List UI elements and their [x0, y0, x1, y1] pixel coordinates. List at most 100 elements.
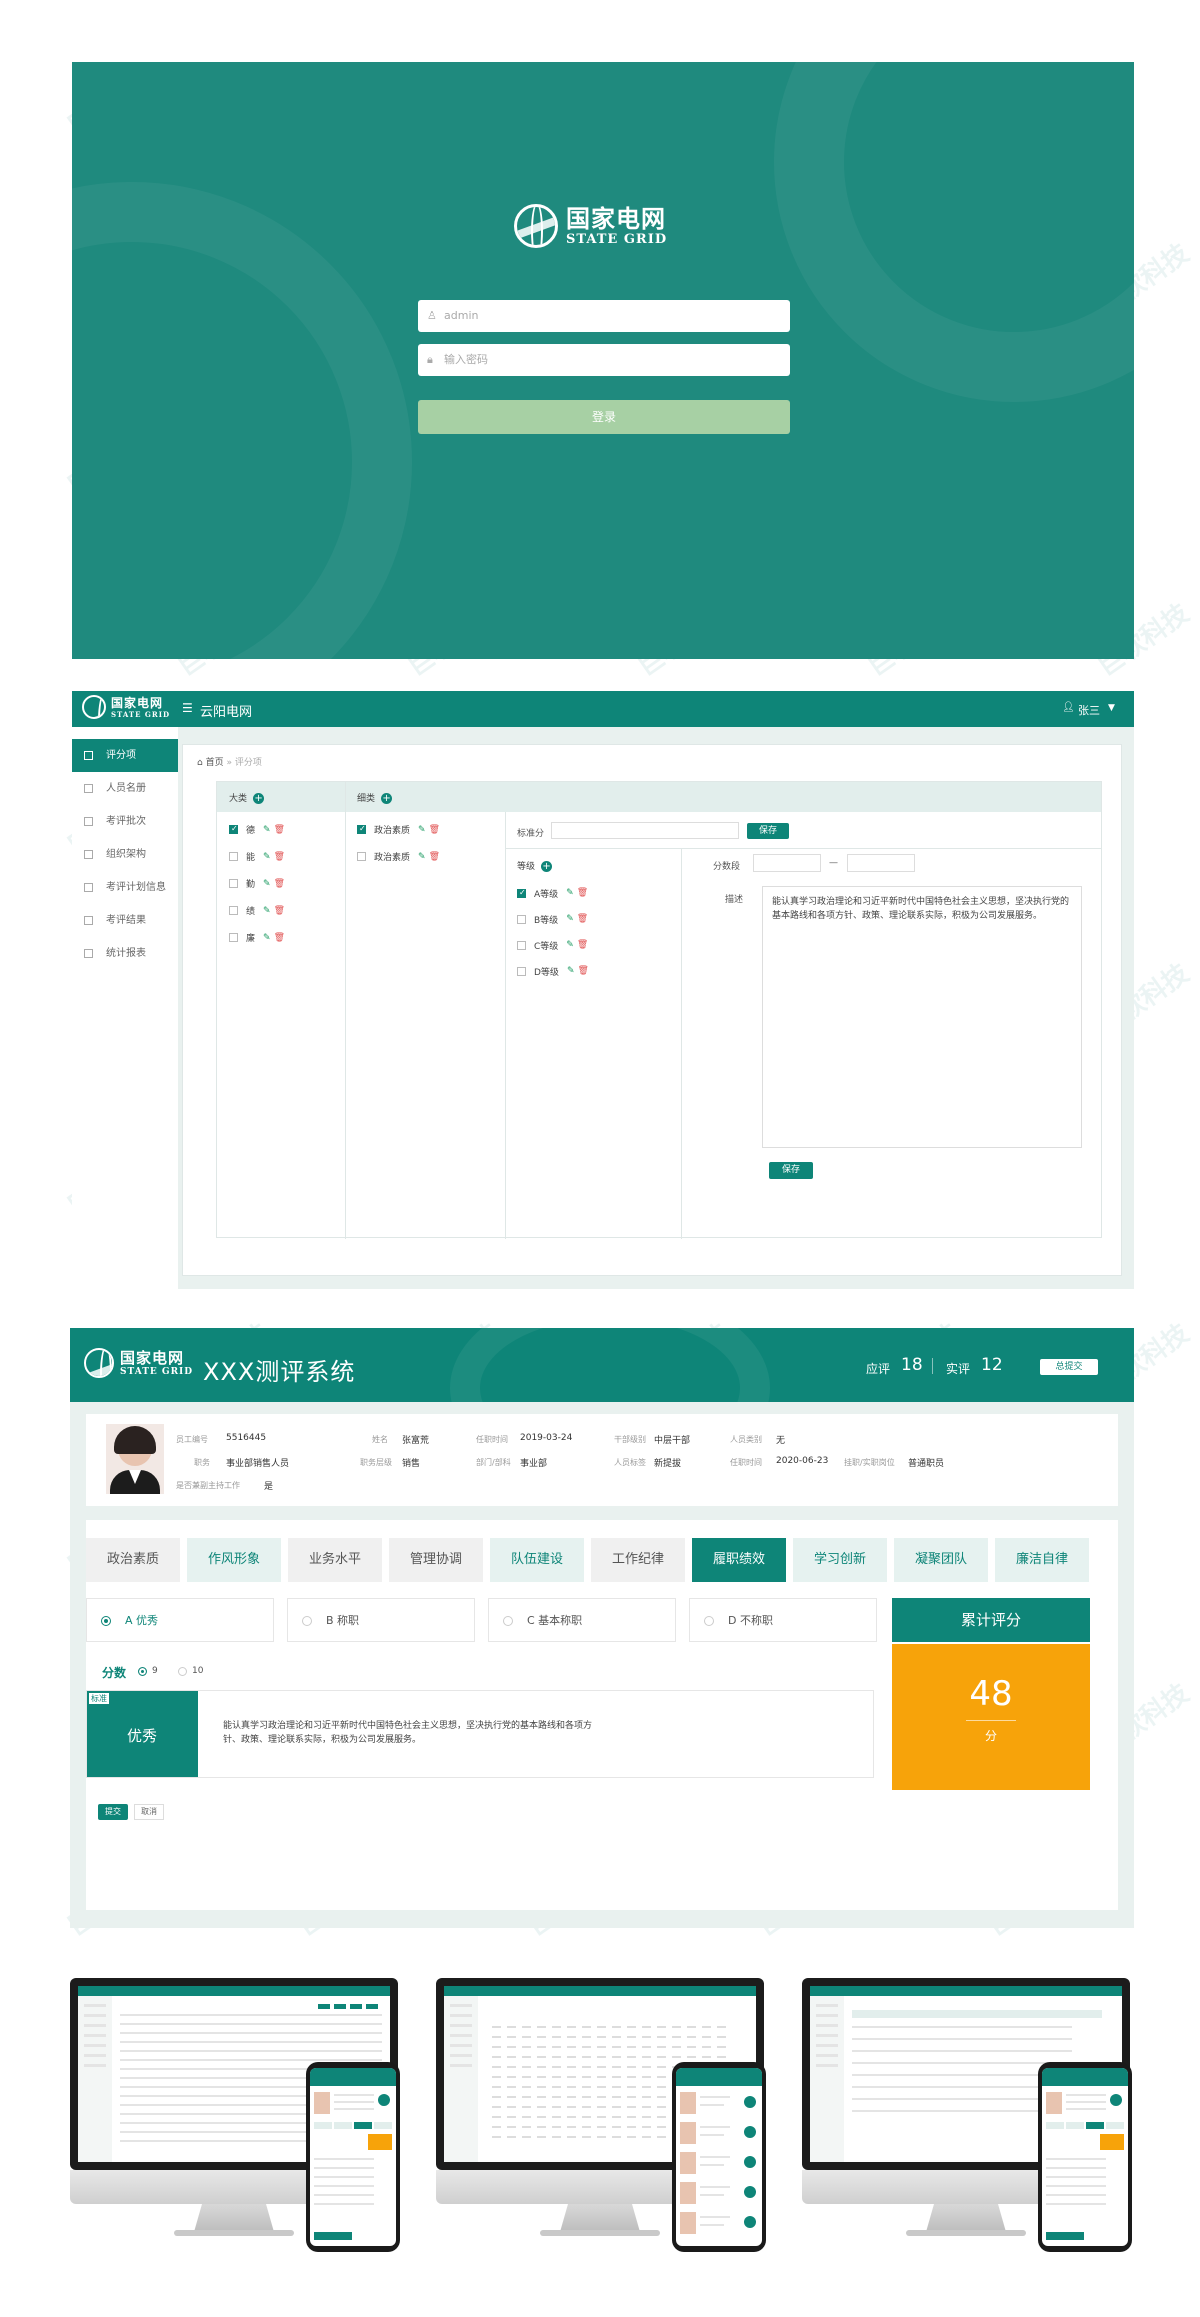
mini-cell [627, 2036, 636, 2038]
category-item[interactable]: 勤 ✎ 🗑︎ [229, 870, 339, 897]
submit-all-button[interactable]: 总提交 [1040, 1359, 1098, 1375]
tab-item[interactable]: 工作纪律 [591, 1538, 685, 1582]
score-max-input[interactable] [847, 854, 915, 872]
grade-option[interactable]: B 称职 [287, 1598, 475, 1642]
grade-item[interactable]: C等级 ✎ 🗑︎ [517, 932, 667, 958]
checkbox[interactable] [517, 940, 526, 950]
brand-cn: 国家电网 [566, 204, 666, 233]
category-item[interactable]: 能 ✎ 🗑︎ [229, 843, 339, 870]
chevron-down-icon[interactable]: ▼ [1108, 703, 1115, 713]
tab-item[interactable]: 学习创新 [793, 1538, 887, 1582]
delete-icon[interactable]: 🗑︎ [577, 914, 588, 924]
checkbox[interactable] [229, 852, 238, 861]
checkbox[interactable] [229, 824, 238, 834]
user-name[interactable]: 张三 [1078, 702, 1100, 718]
category-item[interactable]: 德 ✎🗑︎ [229, 816, 339, 843]
delete-icon[interactable]: 🗑︎ [274, 879, 285, 889]
delete-icon[interactable]: 🗑︎ [274, 852, 285, 862]
edit-icon[interactable]: ✎ [566, 940, 574, 950]
edit-icon[interactable]: ✎ [566, 914, 574, 924]
username-input[interactable]: ♙ admin [418, 300, 790, 332]
edit-icon[interactable]: ✎ [567, 966, 575, 976]
delete-icon[interactable]: 🗑︎ [274, 825, 285, 835]
category-item[interactable]: 廉 ✎ 🗑︎ [229, 924, 339, 951]
save-standard-button[interactable]: 保存 [747, 823, 789, 839]
tab-item[interactable]: 凝聚团队 [894, 1538, 988, 1582]
category-item[interactable]: 绩 ✎ 🗑︎ [229, 897, 339, 924]
save-grade-button[interactable]: 保存 [769, 1162, 813, 1179]
add-subcategory-button[interactable]: + [381, 793, 393, 804]
add-grade-button[interactable]: + [541, 861, 553, 872]
radio-button[interactable] [101, 1616, 111, 1626]
sidebar-item[interactable]: 考评批次 [72, 805, 178, 838]
checkbox[interactable] [517, 888, 526, 898]
password-input[interactable]: 🔒︎ 输入密码 [418, 344, 790, 376]
delete-icon[interactable]: 🗑︎ [429, 852, 440, 862]
radio-button[interactable] [178, 1667, 187, 1676]
checkbox[interactable] [229, 879, 238, 888]
radio-button[interactable] [302, 1616, 312, 1626]
mini-cell [612, 2086, 621, 2088]
edit-icon[interactable]: ✎ [263, 879, 271, 889]
score-min-input[interactable] [753, 854, 821, 872]
grade-option[interactable]: D 不称职 [689, 1598, 877, 1642]
sidebar-item[interactable]: 评分项 [72, 739, 178, 772]
subcategory-item[interactable]: 政治素质 ✎🗑︎ [357, 816, 497, 843]
menu-toggle-icon[interactable]: ☰ [182, 701, 193, 715]
radio-button[interactable] [503, 1616, 513, 1626]
sidebar-item[interactable]: 组织架构 [72, 838, 178, 871]
checkbox[interactable] [229, 906, 238, 915]
edit-icon[interactable]: ✎ [566, 888, 574, 898]
delete-icon[interactable]: 🗑︎ [577, 888, 588, 898]
mini-cell [687, 2056, 696, 2058]
mini-tab [1106, 2122, 1124, 2129]
delete-icon[interactable]: 🗑︎ [577, 940, 588, 950]
standard-score-input[interactable] [551, 822, 739, 839]
score-option[interactable]: 9 [138, 1666, 158, 1676]
checkbox[interactable] [517, 966, 526, 976]
description-textarea[interactable]: 能认真学习政治理论和习近平新时代中国特色社会主义思想，坚决执行党的基本路线和各项… [762, 886, 1082, 1148]
grade-option[interactable]: C 基本称职 [488, 1598, 676, 1642]
delete-icon[interactable]: 🗑︎ [429, 825, 440, 835]
subcategory-item[interactable]: 政治素质 ✎🗑︎ [357, 843, 497, 870]
submit-button[interactable]: 提交 [98, 1804, 128, 1820]
grade-item[interactable]: B等级 ✎ 🗑︎ [517, 906, 667, 932]
radio-button[interactable] [138, 1667, 147, 1676]
tab-item[interactable]: 作风形象 [187, 1538, 281, 1582]
checkbox[interactable] [517, 914, 526, 924]
sidebar-item[interactable]: 考评计划信息 [72, 871, 178, 904]
score-option[interactable]: 10 [178, 1666, 203, 1676]
add-category-button[interactable]: + [253, 793, 265, 804]
tab-item[interactable]: 履职绩效 [692, 1538, 786, 1582]
cancel-button[interactable]: 取消 [134, 1804, 164, 1820]
mini-cell [612, 2036, 621, 2038]
sidebar-item[interactable]: 考评结果 [72, 904, 178, 937]
edit-icon[interactable]: ✎ [418, 852, 426, 862]
checkbox[interactable] [357, 824, 366, 834]
edit-icon[interactable]: ✎ [418, 825, 426, 835]
tab-item[interactable]: 队伍建设 [490, 1538, 584, 1582]
tab-item[interactable]: 廉洁自律 [995, 1538, 1089, 1582]
grade-option[interactable]: A 优秀 [86, 1598, 274, 1642]
breadcrumb-home[interactable]: 首页 [206, 758, 224, 768]
grade-item[interactable]: A等级 ✎🗑︎ [517, 880, 667, 906]
sidebar-item[interactable]: 人员名册 [72, 772, 178, 805]
login-button[interactable]: 登录 [418, 400, 790, 434]
grade-item[interactable]: D等级 ✎ 🗑︎ [517, 958, 667, 984]
delete-icon[interactable]: 🗑︎ [274, 906, 285, 916]
tab-item[interactable]: 管理协调 [389, 1538, 483, 1582]
delete-icon[interactable]: 🗑︎ [577, 966, 588, 976]
tab-item[interactable]: 业务水平 [288, 1538, 382, 1582]
edit-icon[interactable]: ✎ [263, 825, 271, 835]
checkbox[interactable] [357, 852, 366, 861]
edit-icon[interactable]: ✎ [263, 933, 271, 943]
sidebar-item[interactable]: 统计报表 [72, 937, 178, 970]
tab-item[interactable]: 政治素质 [86, 1538, 180, 1582]
checkbox[interactable] [229, 933, 238, 942]
radio-button[interactable] [704, 1616, 714, 1626]
edit-icon[interactable]: ✎ [263, 852, 271, 862]
delete-icon[interactable]: 🗑︎ [274, 933, 285, 943]
mini-cell [657, 2086, 666, 2088]
edit-icon[interactable]: ✎ [263, 906, 271, 916]
scoring-table: 大类+ 细类+ 德✎🗑︎能✎🗑︎勤✎🗑︎绩✎🗑︎廉✎🗑︎ 政治素质✎🗑︎政治素质… [216, 781, 1102, 1239]
